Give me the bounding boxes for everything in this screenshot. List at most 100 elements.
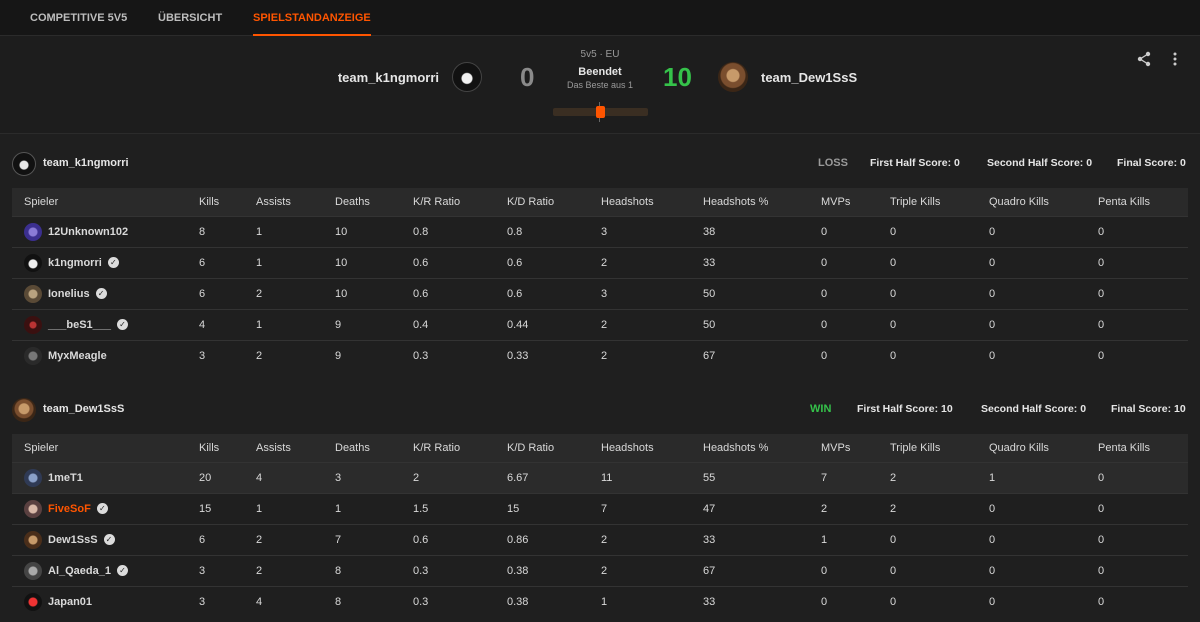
player-info[interactable]: Japan01 xyxy=(24,592,187,611)
team1-scoreboard-table: Spieler Kills Assists Deaths K/R Ratio K/D Ra… xyxy=(12,188,1188,371)
table-row[interactable]: Ionelius ✓ 6 2 10 0.6 0.6 3 50 0 0 0 0 xyxy=(12,277,1188,309)
player-cell[interactable]: Japan01 xyxy=(12,585,187,617)
table-row[interactable]: Dew1SsS ✓ 6 2 7 0.6 0.86 2 33 1 0 0 0 xyxy=(12,523,1188,555)
stat-cell: 0.6 xyxy=(495,277,589,309)
table-row[interactable]: Al_Qaeda_1 ✓ 3 2 8 0.3 0.38 2 67 0 0 0 0 xyxy=(12,554,1188,586)
stat-cell: 33 xyxy=(691,523,809,555)
column-header[interactable]: Spieler xyxy=(12,434,187,462)
player-cell[interactable]: Ionelius ✓ xyxy=(12,277,187,309)
column-header[interactable]: Headshots xyxy=(589,434,691,462)
team1-logo[interactable] xyxy=(452,62,482,92)
team2-logo[interactable] xyxy=(718,62,748,92)
player-name[interactable]: 1meT1 xyxy=(48,472,83,484)
player-name[interactable]: ___beS1___ xyxy=(48,319,111,331)
stat-cell: 0 xyxy=(1086,492,1188,524)
player-name[interactable]: 12Unknown102 xyxy=(48,226,128,238)
table-row[interactable]: 1meT1 20 4 3 2 6.67 11 55 7 2 1 0 xyxy=(12,461,1188,493)
column-header[interactable]: Penta Kills xyxy=(1086,188,1188,216)
column-header[interactable]: MVPs xyxy=(809,434,878,462)
player-info[interactable]: k1ngmorri ✓ xyxy=(24,253,187,272)
table-row[interactable]: FiveSoF ✓ 15 1 1 1.5 15 7 47 2 2 0 0 xyxy=(12,492,1188,524)
avatar[interactable] xyxy=(24,315,42,334)
team2-summary-logo[interactable] xyxy=(12,398,36,422)
column-header[interactable]: Headshots % xyxy=(691,434,809,462)
avatar[interactable] xyxy=(24,592,42,611)
avatar[interactable] xyxy=(24,284,42,303)
team2-name[interactable]: team_Dew1SsS xyxy=(761,70,857,85)
column-header[interactable]: Assists xyxy=(244,188,323,216)
player-name[interactable]: Ionelius xyxy=(48,288,90,300)
column-header[interactable]: Triple Kills xyxy=(878,188,977,216)
column-header[interactable]: K/R Ratio xyxy=(401,434,495,462)
column-header[interactable]: K/D Ratio xyxy=(495,434,589,462)
avatar[interactable] xyxy=(24,561,42,580)
player-name[interactable]: MyxMeagle xyxy=(48,350,107,362)
table-row[interactable]: Japan01 3 4 8 0.3 0.38 1 33 0 0 0 0 xyxy=(12,585,1188,617)
column-header[interactable]: MVPs xyxy=(809,188,878,216)
tab-competitive[interactable]: COMPETITIVE 5V5 xyxy=(30,0,127,36)
column-header[interactable]: K/D Ratio xyxy=(495,188,589,216)
column-header[interactable]: K/R Ratio xyxy=(401,188,495,216)
player-cell[interactable]: 1meT1 xyxy=(12,461,187,493)
player-cell[interactable]: ___beS1___ ✓ xyxy=(12,308,187,340)
column-header[interactable]: Deaths xyxy=(323,434,401,462)
player-cell[interactable]: 12Unknown102 xyxy=(12,215,187,247)
stat-cell: 2 xyxy=(809,492,878,524)
player-name[interactable]: Dew1SsS xyxy=(48,534,98,546)
avatar[interactable] xyxy=(24,253,42,272)
column-header[interactable]: Assists xyxy=(244,434,323,462)
avatar[interactable] xyxy=(24,468,42,487)
team1-name[interactable]: team_k1ngmorri xyxy=(338,70,439,85)
avatar[interactable] xyxy=(24,346,42,365)
player-cell[interactable]: Dew1SsS ✓ xyxy=(12,523,187,555)
player-cell[interactable]: k1ngmorri ✓ xyxy=(12,246,187,278)
avatar[interactable] xyxy=(24,222,42,241)
column-header[interactable]: Kills xyxy=(187,188,244,216)
more-icon[interactable] xyxy=(1170,51,1180,67)
player-cell[interactable]: FiveSoF ✓ xyxy=(12,492,187,524)
player-name[interactable]: FiveSoF xyxy=(48,503,91,515)
avatar[interactable] xyxy=(24,499,42,518)
stat-cell: 2 xyxy=(244,277,323,309)
player-name[interactable]: Japan01 xyxy=(48,596,92,608)
column-header[interactable]: Headshots % xyxy=(691,188,809,216)
avatar[interactable] xyxy=(24,530,42,549)
column-header[interactable]: Spieler xyxy=(12,188,187,216)
team1-summary-name[interactable]: team_k1ngmorri xyxy=(43,157,129,169)
table-row[interactable]: ___beS1___ ✓ 4 1 9 0.4 0.44 2 50 0 0 0 0 xyxy=(12,308,1188,340)
player-name[interactable]: k1ngmorri xyxy=(48,257,102,269)
stat-cell: 0 xyxy=(977,554,1086,586)
column-header[interactable]: Penta Kills xyxy=(1086,434,1188,462)
player-info[interactable]: FiveSoF ✓ xyxy=(24,499,187,518)
table-row[interactable]: MyxMeagle 3 2 9 0.3 0.33 2 67 0 0 0 0 xyxy=(12,339,1188,371)
player-cell[interactable]: MyxMeagle xyxy=(12,339,187,371)
player-info[interactable]: ___beS1___ ✓ xyxy=(24,315,187,334)
column-header[interactable]: Kills xyxy=(187,434,244,462)
column-header[interactable]: Deaths xyxy=(323,188,401,216)
team2-summary-name[interactable]: team_Dew1SsS xyxy=(43,403,124,415)
table-row[interactable]: 12Unknown102 8 1 10 0.8 0.8 3 38 0 0 0 0 xyxy=(12,215,1188,247)
player-name[interactable]: Al_Qaeda_1 xyxy=(48,565,111,577)
stat-cell: 9 xyxy=(323,339,401,371)
table-row[interactable]: k1ngmorri ✓ 6 1 10 0.6 0.6 2 33 0 0 0 0 xyxy=(12,246,1188,278)
player-info[interactable]: MyxMeagle xyxy=(24,346,187,365)
stat-cell: 0 xyxy=(1086,246,1188,278)
stat-cell: 0.33 xyxy=(495,339,589,371)
player-info[interactable]: Al_Qaeda_1 ✓ xyxy=(24,561,187,580)
player-info[interactable]: Ionelius ✓ xyxy=(24,284,187,303)
player-info[interactable]: 12Unknown102 xyxy=(24,222,187,241)
stat-cell: 0.6 xyxy=(401,277,495,309)
player-info[interactable]: Dew1SsS ✓ xyxy=(24,530,187,549)
column-header[interactable]: Quadro Kills xyxy=(977,188,1086,216)
column-header[interactable]: Quadro Kills xyxy=(977,434,1086,462)
stat-cell: 0 xyxy=(1086,523,1188,555)
tab-overview[interactable]: ÜBERSICHT xyxy=(158,0,222,36)
player-info[interactable]: 1meT1 xyxy=(24,468,187,487)
share-icon[interactable] xyxy=(1136,51,1152,67)
column-header[interactable]: Headshots xyxy=(589,188,691,216)
team1-summary-logo[interactable] xyxy=(12,152,36,176)
tab-scoreboard[interactable]: SPIELSTANDANZEIGE xyxy=(253,0,371,36)
stat-cell: 11 xyxy=(589,461,691,493)
player-cell[interactable]: Al_Qaeda_1 ✓ xyxy=(12,554,187,586)
column-header[interactable]: Triple Kills xyxy=(878,434,977,462)
